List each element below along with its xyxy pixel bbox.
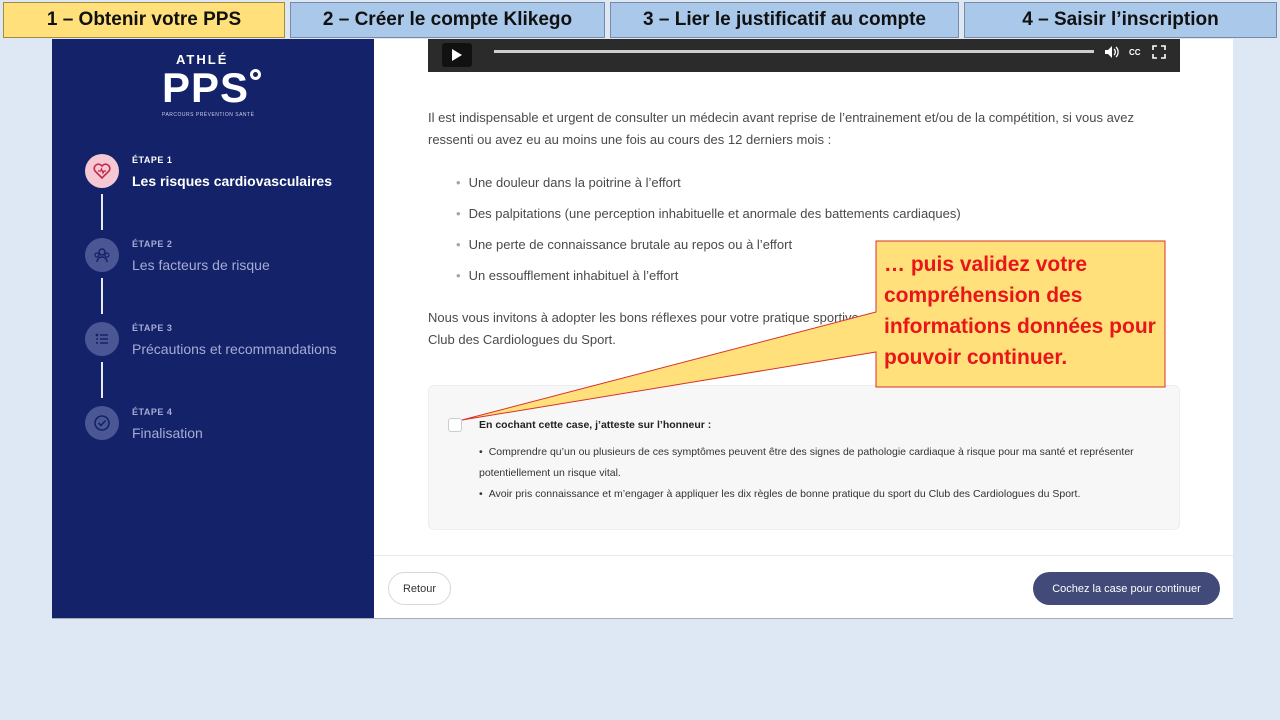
video-progress-bar[interactable] bbox=[494, 50, 1094, 53]
symptom-item: Une perte de connaissance brutale au rep… bbox=[456, 237, 793, 252]
video-player[interactable]: CC bbox=[428, 39, 1180, 72]
heart-icon bbox=[85, 154, 119, 188]
step-2-label: ÉTAPE 2 bbox=[132, 239, 173, 249]
tab-saisir-inscription[interactable]: 4 – Saisir l’inscription bbox=[964, 2, 1277, 38]
intro-paragraph: Il est indispensable et urgent de consul… bbox=[428, 110, 1135, 147]
check-icon bbox=[85, 406, 119, 440]
step-1-title[interactable]: Les risques cardiovasculaires bbox=[132, 173, 332, 189]
step-1-label: ÉTAPE 1 bbox=[132, 155, 173, 165]
tab-obtenir-pps[interactable]: 1 – Obtenir votre PPS bbox=[3, 2, 285, 38]
step-connector bbox=[101, 194, 103, 230]
symptom-item: Une douleur dans la poitrine à l’effort bbox=[456, 175, 681, 190]
logo-dot-icon bbox=[250, 69, 261, 80]
step-connector bbox=[101, 362, 103, 398]
list-icon bbox=[85, 322, 119, 356]
attestation-box: En cochant cette case, j’atteste sur l’h… bbox=[428, 385, 1180, 530]
attest-item: • Avoir pris connaissance et m’engager à … bbox=[479, 488, 1081, 500]
play-icon[interactable] bbox=[442, 43, 472, 67]
volume-icon[interactable] bbox=[1104, 45, 1120, 62]
back-button[interactable]: Retour bbox=[388, 572, 451, 605]
step-4-title[interactable]: Finalisation bbox=[132, 425, 203, 441]
step-4-label: ÉTAPE 4 bbox=[132, 407, 173, 417]
people-icon bbox=[85, 238, 119, 272]
fullscreen-icon[interactable] bbox=[1152, 45, 1166, 62]
invite-paragraph-line2: Club des Cardiologues du Sport. bbox=[428, 332, 616, 347]
step-connector bbox=[101, 278, 103, 314]
tab-creer-compte[interactable]: 2 – Créer le compte Klikego bbox=[290, 2, 605, 38]
captions-icon[interactable]: CC bbox=[1129, 48, 1141, 57]
attest-title: En cochant cette case, j’atteste sur l’h… bbox=[479, 419, 712, 431]
invite-paragraph-line1: Nous vous invitons à adopter les bons ré… bbox=[428, 310, 859, 325]
step-3-title[interactable]: Précautions et recommandations bbox=[132, 341, 337, 357]
symptom-item: Des palpitations (une perception inhabit… bbox=[456, 206, 961, 221]
logo-subtitle: PARCOURS PRÉVENTION SANTÉ bbox=[162, 112, 255, 118]
logo-pps: PPS bbox=[162, 64, 250, 111]
attest-item: • Comprendre qu’un ou plusieurs de ces sy… bbox=[479, 446, 1134, 479]
footer-divider bbox=[374, 555, 1233, 556]
step-2-title[interactable]: Les facteurs de risque bbox=[132, 257, 270, 273]
step-3-label: ÉTAPE 3 bbox=[132, 323, 173, 333]
callout-text: … puis validez votre compréhension des i… bbox=[884, 253, 1156, 369]
attest-checkbox[interactable] bbox=[448, 418, 462, 432]
continue-button[interactable]: Cochez la case pour continuer bbox=[1033, 572, 1220, 605]
tab-lier-justificatif[interactable]: 3 – Lier le justificatif au compte bbox=[610, 2, 959, 38]
symptom-item: Un essoufflement inhabituel à l’effort bbox=[456, 268, 679, 283]
sidebar: ATHLÉ PPS PARCOURS PRÉVENTION SANTÉ ÉTAP… bbox=[52, 39, 374, 618]
